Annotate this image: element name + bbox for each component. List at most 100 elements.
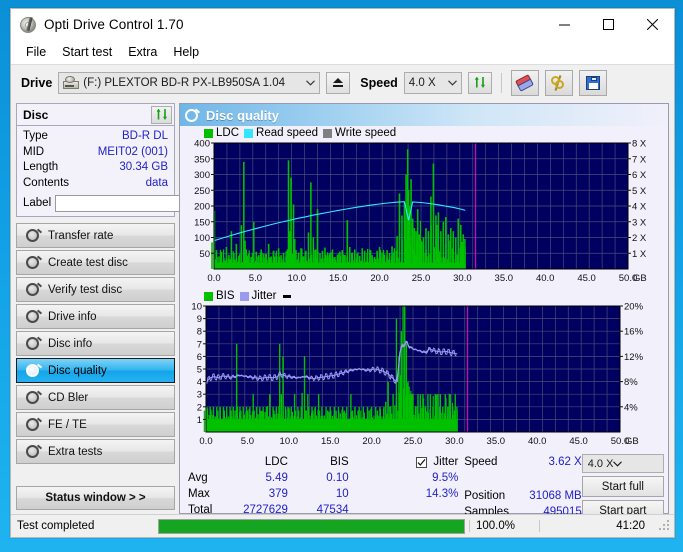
sidebar-item-verify-test-disc[interactable]: Verify test disc (16, 277, 175, 302)
stats-header-ldc: LDC (264, 456, 288, 468)
close-icon[interactable] (630, 9, 674, 40)
svg-text:40.0: 40.0 (528, 436, 547, 447)
chevron-down-icon (613, 458, 623, 470)
disc-row-value: BD-R DL (121, 130, 168, 142)
title-bar: Opti Drive Control 1.70 (11, 9, 674, 40)
maximize-icon[interactable] (586, 9, 630, 40)
disc-icon (185, 108, 201, 122)
disc-row-value: data (145, 176, 168, 189)
menu-item-file[interactable]: File (18, 43, 54, 61)
disc-row-length: Length 30.34 GB (23, 160, 168, 176)
app-window: Opti Drive Control 1.70 File Start test … (10, 8, 675, 538)
window-title: Opti Drive Control 1.70 (44, 17, 184, 32)
svg-text:6: 6 (197, 352, 202, 363)
svg-text:4 X: 4 X (632, 202, 647, 213)
disc-icon (26, 363, 43, 378)
svg-text:10.0: 10.0 (288, 273, 307, 284)
legend-swatch-read-speed (244, 128, 254, 138)
toolbar: Drive (F:) PLEXTOR BD-R PX-LB950SA 1.04 … (11, 64, 674, 100)
eject-button[interactable] (326, 71, 351, 94)
quality-chart-svg: 50 100 150 200 250 300 350 400 1 X 2 X 3 X 4 X 5 X 6 … (194, 139, 647, 284)
legend-label-jitter: Jitter (251, 290, 277, 302)
chevron-down-icon (444, 79, 461, 86)
legend-label-write-speed: Write speed (335, 127, 397, 139)
stats-value-speed: 3.62 X (548, 456, 582, 468)
sidebar-item-disc-info[interactable]: Disc info (16, 331, 175, 356)
save-button[interactable] (578, 69, 607, 96)
disc-quality-panel: Disc quality LDC Read speed Write speed … (179, 103, 669, 521)
svg-text:3 X: 3 X (632, 217, 647, 228)
disc-row-key: Type (23, 130, 48, 142)
start-full-button[interactable]: Start full (581, 476, 664, 497)
menu-item-extra[interactable]: Extra (120, 43, 165, 61)
speed-select[interactable]: 4.0 X (403, 71, 462, 94)
svg-text:10.0: 10.0 (280, 436, 299, 447)
drive-label: Drive (21, 75, 53, 90)
svg-text:350: 350 (194, 154, 210, 165)
sidebar-item-label: Create test disc (48, 256, 128, 269)
svg-text:150: 150 (194, 217, 210, 228)
toolbar-separator (500, 72, 502, 93)
svg-text:1: 1 (197, 415, 202, 426)
main-content: Disc quality LDC Read speed Write speed … (178, 100, 674, 521)
test-controls: 4.0 X Start full Start part (581, 454, 664, 521)
quality-chart-legend: LDC Read speed Write speed (180, 126, 668, 139)
stats-row-labels: Avg Max Total (188, 454, 215, 521)
status-window-button[interactable]: Status window > > (16, 486, 175, 510)
menu-item-help[interactable]: Help (165, 43, 207, 61)
sidebar-item-label: FE / TE (48, 418, 87, 431)
minimize-icon[interactable] (542, 9, 586, 40)
bis-jitter-chart: 1 2 3 4 5 6 7 8 9 10 4% 8% 12% 16% 20% 0.0 5.0 10.0 15.0 20… (180, 302, 668, 450)
refresh-button[interactable] (467, 71, 492, 94)
menu-bar: File Start test Extra Help (11, 40, 674, 64)
svg-text:20%: 20% (624, 302, 644, 313)
svg-text:16%: 16% (624, 327, 644, 338)
chevron-down-icon (302, 79, 319, 86)
progress-bar (158, 518, 465, 534)
drive-select[interactable]: (F:) PLEXTOR BD-R PX-LB950SA 1.04 (58, 71, 321, 94)
key-button[interactable] (544, 69, 573, 96)
sidebar-item-extra-tests[interactable]: Extra tests (16, 439, 175, 464)
svg-text:9: 9 (197, 314, 202, 325)
disc-row-value: 30.34 GB (119, 161, 168, 173)
test-speed-value: 4.0 X (587, 457, 614, 470)
stats-column-bis: BIS 0.10 10 47534 (288, 454, 349, 521)
stats-right-labels: Speed Position Samples (464, 454, 517, 521)
svg-text:12%: 12% (624, 352, 644, 363)
sidebar-item-transfer-rate[interactable]: Transfer rate (16, 223, 175, 248)
sidebar-item-fe-te[interactable]: FE / TE (16, 412, 175, 437)
test-speed-select[interactable]: 4.0 X (581, 454, 664, 473)
legend-swatch-write-speed (323, 128, 333, 138)
svg-text:0.0: 0.0 (199, 436, 212, 447)
disc-refresh-button[interactable] (151, 105, 172, 124)
erase-button[interactable] (510, 69, 539, 96)
legend-item-ldc: LDC (204, 127, 239, 139)
svg-text:1 X: 1 X (632, 249, 647, 260)
svg-text:2: 2 (197, 402, 202, 413)
sidebar-item-disc-quality[interactable]: Disc quality (16, 358, 175, 383)
disc-row-key: Contents (23, 176, 70, 189)
jitter-header-row: Jitter (349, 454, 458, 470)
stats-label-position: Position (464, 490, 506, 502)
speed-select-value: 4.0 X (408, 76, 436, 89)
svg-text:15.0: 15.0 (321, 436, 340, 447)
sidebar-item-cd-bler[interactable]: CD Bler (16, 385, 175, 410)
stats-column-jitter: Jitter 9.5% 14.3% (349, 454, 459, 521)
jitter-checkbox[interactable] (416, 456, 428, 468)
svg-text:5.0: 5.0 (241, 436, 254, 447)
legend-item-bis: BIS (204, 290, 235, 302)
sidebar-item-create-test-disc[interactable]: Create test disc (16, 250, 175, 275)
page-title: Disc quality (206, 107, 279, 123)
statistics-panel: Avg Max Total LDC 5.49 379 2727629 BIS 0… (180, 450, 668, 523)
legend-item-jitter: Jitter (239, 290, 277, 302)
sidebar-item-drive-info[interactable]: Drive info (16, 304, 175, 329)
svg-text:GB: GB (633, 273, 647, 284)
svg-text:7 X: 7 X (632, 154, 647, 165)
disc-icon (26, 417, 43, 432)
stats-jitter-avg: 9.5% (432, 472, 459, 484)
bis-jitter-legend: BIS Jitter (180, 287, 668, 302)
disc-row-mid: MID MEIT02 (001) (23, 145, 168, 161)
menu-item-start-test[interactable]: Start test (54, 43, 120, 61)
resize-grip[interactable] (659, 520, 671, 532)
key-icon (551, 74, 566, 91)
